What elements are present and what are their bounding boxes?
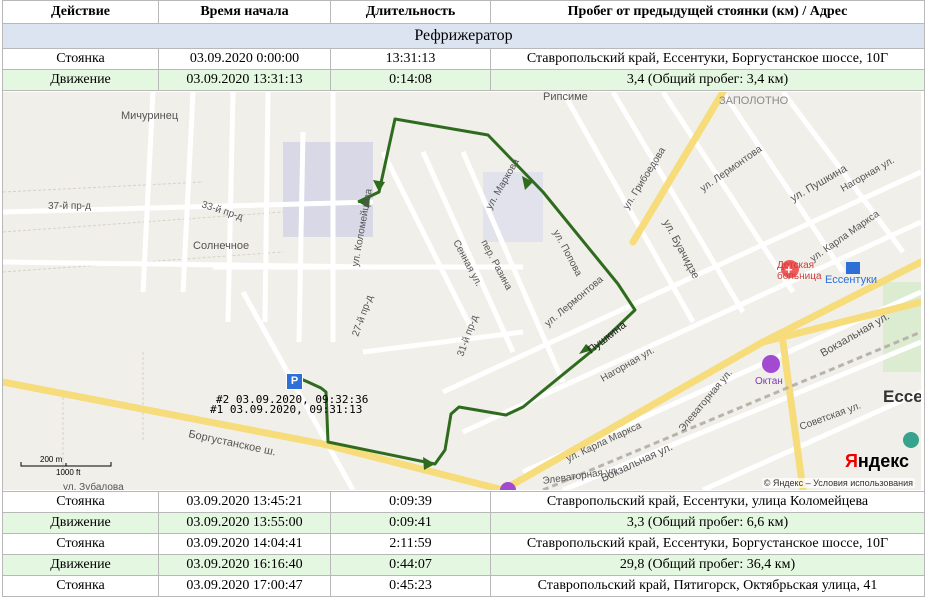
street-label: Советская ул.: [798, 400, 862, 432]
cell-start: 03.09.2020 16:16:40: [158, 554, 331, 576]
route-map[interactable]: + ул. Коломейцева Боргустанское ш. ул. П…: [3, 92, 921, 490]
poi-label: больница: [777, 270, 822, 282]
museum-icon[interactable]: [903, 432, 919, 448]
cell-start: 03.09.2020 13:31:13: [158, 69, 331, 91]
cell-action: Движение: [2, 512, 159, 534]
marker-label-1[interactable]: #1 03.09.2020, 09:31:13: [210, 404, 362, 415]
col-header-action[interactable]: Действие: [2, 0, 159, 24]
col-header-duration[interactable]: Длительность: [330, 0, 491, 24]
cell-action: Движение: [2, 554, 159, 576]
cell-duration: 13:31:13: [330, 48, 491, 70]
scale-feet: 1000 ft: [56, 468, 81, 477]
scale-meters: 200 m: [40, 455, 63, 464]
cell-start: 03.09.2020 0:00:00: [158, 48, 331, 70]
cell-duration: 0:14:08: [330, 69, 491, 91]
cell-action: Движение: [2, 69, 159, 91]
scale-bar: [20, 462, 112, 467]
map-copyright-link[interactable]: © Яндекс – Условия использования: [761, 478, 915, 488]
cell-info: Ставропольский край, Пятигорск, Октябрьс…: [490, 575, 925, 597]
street-label: ул. Лермонтова: [698, 144, 764, 195]
streets: [3, 92, 921, 490]
col-header-mileage-address[interactable]: Пробег от предыдущей стоянки (км) / Адре…: [490, 0, 925, 24]
cell-duration: 0:09:39: [330, 491, 491, 513]
poi-label: Детская: [777, 260, 814, 271]
cell-info: Ставропольский край, Ессентуки, улица Ко…: [490, 491, 925, 513]
table-row[interactable]: Движение 03.09.2020 13:31:13 0:14:08 3,4…: [2, 69, 925, 91]
place-label: Ессентуки: [825, 274, 877, 286]
cell-action: Стоянка: [2, 575, 159, 597]
street-label: 27-й пр-д: [350, 294, 375, 338]
cell-action: Стоянка: [2, 533, 159, 555]
group-row: Рефрижератор: [2, 23, 925, 49]
cell-start: 03.09.2020 13:45:21: [158, 491, 331, 513]
cell-info: Ставропольский край, Ессентуки, Боргуста…: [490, 533, 925, 555]
fuel-station-icon[interactable]: [762, 355, 780, 373]
trip-report-table: Действие Время начала Длительность Пробе…: [2, 0, 925, 597]
cell-start: 03.09.2020 13:55:00: [158, 512, 331, 534]
district-label: ЗАПОЛОТНО: [719, 95, 789, 107]
cell-start: 03.09.2020 14:04:41: [158, 533, 331, 555]
parking-icon[interactable]: P: [286, 373, 303, 390]
cell-info: 3,4 (Общий пробег: 3,4 км): [490, 69, 925, 91]
yandex-logo[interactable]: Яндекс: [845, 451, 909, 472]
cell-action: Стоянка: [2, 491, 159, 513]
table-row[interactable]: Движение 03.09.2020 13:55:00 0:09:41 3,3…: [2, 512, 925, 534]
map-canvas[interactable]: + ул. Коломейцева Боргустанское ш. ул. П…: [3, 92, 921, 490]
street-label: ул. Зубалова: [63, 481, 124, 490]
cell-duration: 0:44:07: [330, 554, 491, 576]
cell-duration: 0:45:23: [330, 575, 491, 597]
table-row[interactable]: Стоянка 03.09.2020 13:45:21 0:09:39 Став…: [2, 491, 925, 513]
street-label: 33-й пр-д: [200, 199, 244, 223]
cell-duration: 0:09:41: [330, 512, 491, 534]
col-header-start-time[interactable]: Время начала: [158, 0, 331, 24]
table-row[interactable]: Стоянка 03.09.2020 17:00:47 0:45:23 Став…: [2, 575, 925, 597]
cell-duration: 2:11:59: [330, 533, 491, 555]
place-label: Рипсиме: [543, 92, 588, 103]
cell-start: 03.09.2020 17:00:47: [158, 575, 331, 597]
street-label: 37-й пр-д: [48, 201, 91, 212]
cell-info: Ставропольский край, Ессентуки, Боргуста…: [490, 48, 925, 70]
cell-action: Стоянка: [2, 48, 159, 70]
map-cell: + ул. Коломейцева Боргустанское ш. ул. П…: [2, 90, 925, 492]
cell-info: 29,8 (Общий пробег: 36,4 км): [490, 554, 925, 576]
cell-info: 3,3 (Общий пробег: 6,6 км): [490, 512, 925, 534]
table-row[interactable]: Стоянка 03.09.2020 14:04:41 2:11:59 Став…: [2, 533, 925, 555]
place-label: Мичуринец: [121, 110, 179, 122]
place-label: Солнечное: [193, 240, 249, 252]
poi-label: Октан: [755, 376, 783, 387]
city-label: Ессе: [883, 387, 921, 406]
table-header-row: Действие Время начала Длительность Пробе…: [2, 0, 925, 24]
table-row[interactable]: Движение 03.09.2020 16:16:40 0:44:07 29,…: [2, 554, 925, 576]
map-row: + ул. Коломейцева Боргустанское ш. ул. П…: [2, 90, 925, 492]
group-title: Рефрижератор: [2, 23, 925, 49]
table-row[interactable]: Стоянка 03.09.2020 0:00:00 13:31:13 Став…: [2, 48, 925, 70]
railway-station-icon[interactable]: [846, 262, 860, 274]
